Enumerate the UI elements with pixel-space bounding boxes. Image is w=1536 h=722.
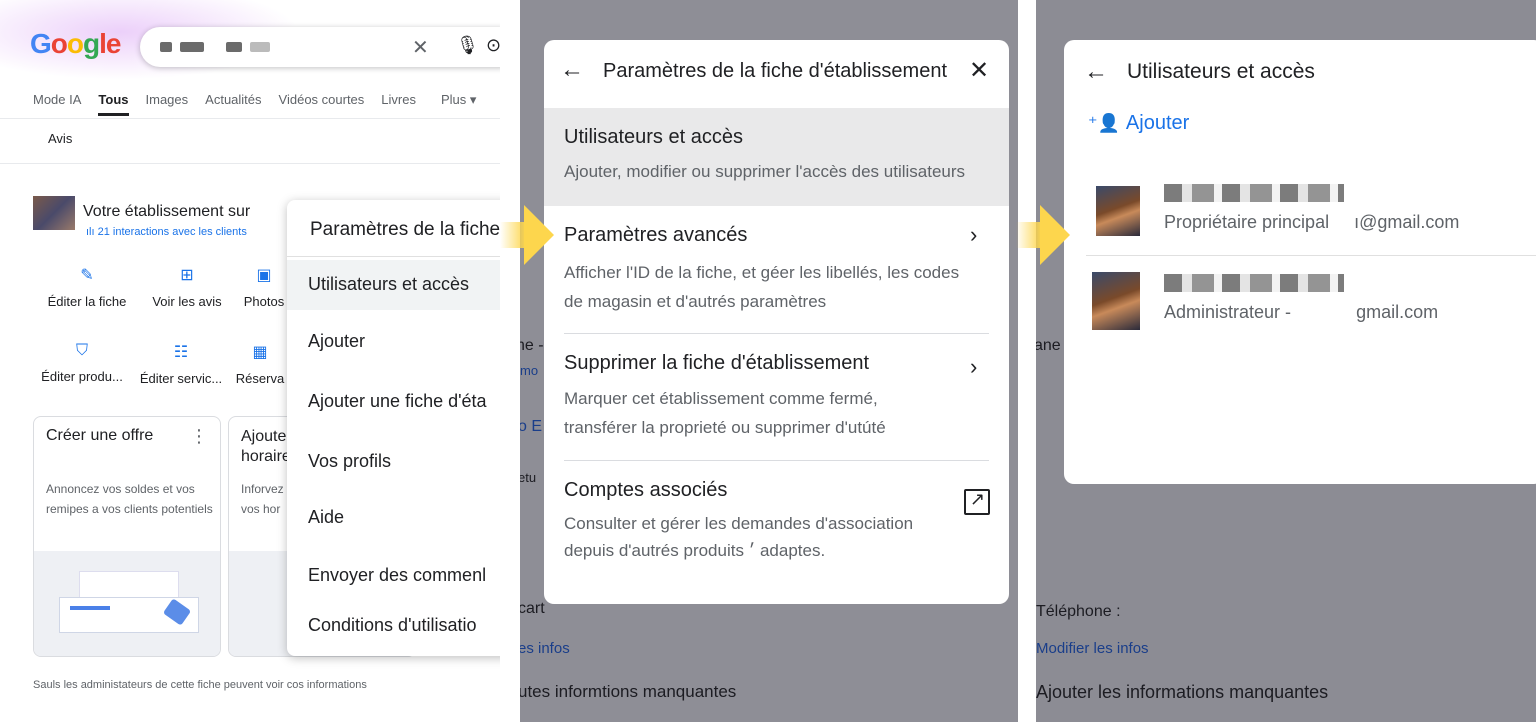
edit-products-button[interactable]: ⛉ Éditer produ... [32,342,132,384]
interactions-link[interactable]: ılı 21 interactions avec les clients [86,226,247,238]
search-tabs: Mode IA Tous Images Actualités Vidéos co… [33,92,493,116]
lens-icon[interactable]: ⊙ [486,35,500,56]
menu-item-feedback[interactable]: Envoyer des commenl [308,565,486,586]
avis-chip[interactable]: Avis [48,131,72,146]
user-row[interactable]: Propriétaire principal ı@gmail.com [1064,182,1536,262]
back-arrow-icon[interactable]: ← [560,56,584,84]
business-title: Votre établissement sur [83,203,251,220]
view-reviews-button[interactable]: ⊞ Voir les avis [137,265,237,309]
divider [0,118,500,119]
search-input[interactable]: ✕ 🎙 ⊙ [140,27,500,67]
settings-dialog: ← Paramètres de la fiche d'établissement… [544,40,1009,604]
list-icon: ☷ [173,344,189,361]
menu-title: Paramètres de la fiche [310,219,500,240]
users-access-panel: ane Téléphone : Modifier les infos Ajout… [1036,0,1536,722]
review-icon: ⊞ [180,267,194,284]
add-person-icon: ⁺👤 [1088,113,1120,133]
back-arrow-icon[interactable]: ← [1084,58,1108,86]
redacted-query [160,42,172,52]
step-arrow-icon [1016,200,1072,270]
create-offer-card[interactable]: Créer une offre ⋮ Annoncez vos soldes et… [33,416,221,657]
tab-videos-courtes[interactable]: Vidéos courtes [279,92,365,116]
redacted-name [1164,274,1344,292]
card-description: Inforvez vos hor [241,482,284,516]
dialog-title: Utilisateurs et accès [1127,60,1315,83]
admin-notice: Sauls les administateurs de cette fiche … [33,679,367,691]
close-icon[interactable]: ✕ [969,56,989,85]
card-description: Annoncez vos soldes et vos remipes a vos… [46,482,213,516]
clear-icon[interactable]: ✕ [412,35,429,60]
more-options-icon[interactable]: ⋮ [190,426,208,447]
tab-images[interactable]: Images [146,92,189,116]
avatar [1092,272,1140,330]
open-external-icon [964,489,990,515]
menu-item-help[interactable]: Aide [308,507,344,528]
bag-icon: ⛉ [75,342,88,359]
option-advanced-settings[interactable]: Paramètres avancés › Afficher l'ID de la… [544,206,1009,332]
redacted-name [1164,184,1344,202]
avatar [1096,186,1140,236]
chevron-right-icon: › [970,222,978,247]
option-delete-listing[interactable]: Supprimer la fiche d'établissement › Mar… [544,334,1009,460]
listing-settings-panel: ne - mo o E etu cart es infos utes infor… [520,0,1018,722]
tab-actualites[interactable]: Actualités [205,92,261,116]
chevron-right-icon: › [970,354,978,379]
tab-mode-ia[interactable]: Mode IA [33,92,81,116]
offer-illustration [34,551,220,656]
redacted-query [180,42,204,52]
tab-plus[interactable]: Plus ▾ [441,92,476,116]
tab-livres[interactable]: Livres [381,92,416,116]
users-access-dialog: ← Utilisateurs et accès ⁺👤 Ajouter Propri… [1064,40,1536,484]
dialog-title: Paramètres de la fiche d'établissement [603,60,947,82]
menu-item-add-listing[interactable]: Ajouter une fiche d'éta [308,391,487,412]
google-search-panel: Google ✕ 🎙 ⊙ Mode IA Tous Images Actuali… [0,0,500,722]
user-role: Propriétaire principal ı@gmail.com [1164,212,1460,232]
redacted-query [226,42,242,52]
menu-item-profiles[interactable]: Vos profils [308,451,391,472]
menu-item-terms[interactable]: Conditions d'utilisatio [308,615,477,636]
settings-menu: Paramètres de la fiche Utilisateurs et a… [287,200,500,656]
tab-tous[interactable]: Tous [98,92,129,116]
option-linked-accounts[interactable]: Comptes associés Consulter et gérer les … [544,461,1009,591]
add-user-button[interactable]: ⁺👤 Ajouter [1088,112,1189,135]
user-row[interactable]: Administrateur - gmail.com [1064,272,1536,352]
pencil-icon: ✎ [80,267,94,284]
card-title: Créer une offre [46,427,154,444]
stats-icon: ılı [86,226,98,238]
edit-profile-button[interactable]: ✎ Éditer la fiche [37,265,137,309]
business-thumbnail [33,196,75,230]
divider [0,163,500,164]
mic-icon[interactable]: 🎙 [456,35,479,56]
edit-services-button[interactable]: ☷ Éditer servic... [131,342,231,386]
dialog-header: ← Paramètres de la fiche d'établissement… [544,40,1009,108]
user-role: Administrateur - gmail.com [1164,302,1439,322]
menu-item-users-access[interactable]: Utilisateurs et accès [308,274,469,295]
step-arrow-icon [500,200,556,270]
google-logo[interactable]: Google [30,28,121,60]
redacted-query [250,42,270,52]
menu-item-add[interactable]: Ajouter [308,331,365,352]
option-users-access[interactable]: Utilisateurs et accès Ajouter, modifier … [544,108,1009,206]
